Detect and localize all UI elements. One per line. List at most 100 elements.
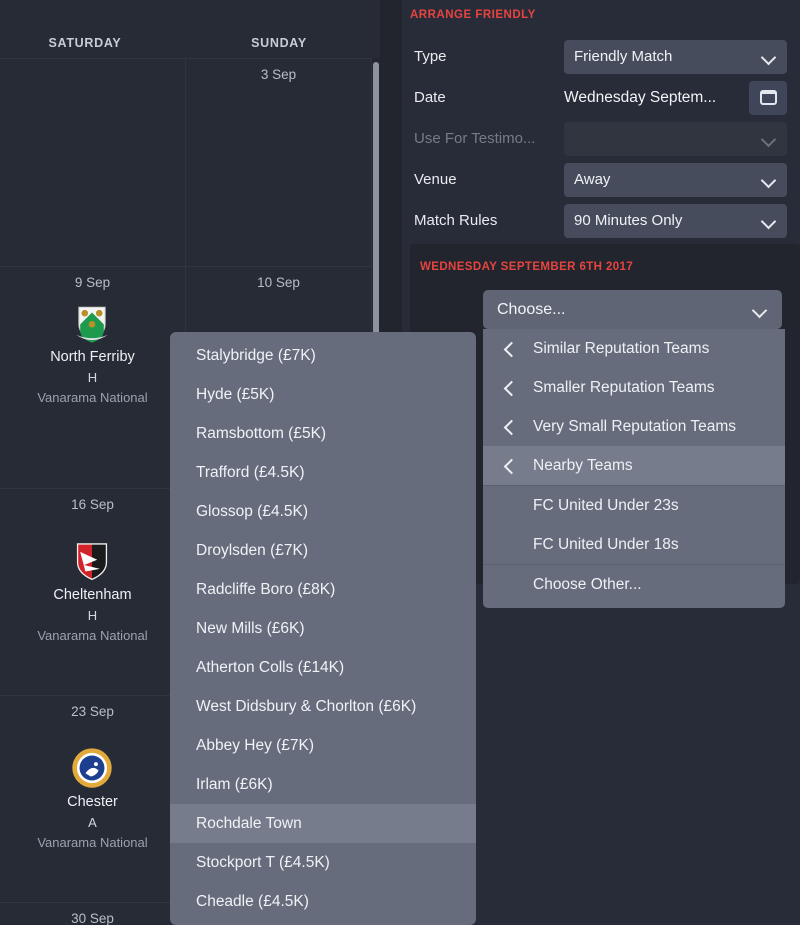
chevron-left-icon bbox=[503, 382, 517, 394]
date-picker-button[interactable] bbox=[749, 80, 787, 115]
calendar-date-label: 16 Sep bbox=[71, 497, 114, 512]
venue-control: Away bbox=[564, 162, 800, 197]
cheltenham-badge bbox=[77, 543, 108, 581]
arrange-friendly-form: Type Friendly Match Date Wednesday Septe… bbox=[402, 36, 800, 241]
opponent-select[interactable]: Choose... bbox=[483, 290, 782, 329]
opponent-dropdown-menu: Similar Reputation Teams Smaller Reputat… bbox=[483, 329, 785, 608]
chevron-down-icon bbox=[762, 175, 777, 184]
menu-item-label: FC United Under 18s bbox=[533, 535, 679, 553]
form-row-venue: Venue Away bbox=[402, 159, 800, 200]
venue-select-value: Away bbox=[574, 171, 611, 188]
list-item[interactable]: Ramsbottom (£5K) bbox=[170, 414, 476, 453]
calendar-date-label: 23 Sep bbox=[71, 704, 114, 719]
fixture-competition: Vanarama National bbox=[37, 628, 148, 643]
match-rules-label: Match Rules bbox=[414, 212, 498, 229]
venue-select[interactable]: Away bbox=[564, 162, 787, 197]
menu-item-nearby-teams[interactable]: Nearby Teams bbox=[483, 446, 785, 485]
menu-item-label: Choose Other... bbox=[533, 575, 642, 593]
list-item[interactable]: Cheadle (£4.5K) bbox=[170, 882, 476, 921]
list-item[interactable]: Irlam (£6K) bbox=[170, 765, 476, 804]
chevron-left-icon bbox=[503, 343, 517, 355]
match-rules-select[interactable]: 90 Minutes Only bbox=[564, 203, 787, 238]
date-label: Date bbox=[414, 89, 446, 106]
chevron-left-icon bbox=[503, 421, 517, 433]
app-root: SATURDAY SUNDAY 3 Sep 9 Sep North Ferrib… bbox=[0, 0, 800, 925]
calendar-fixture[interactable]: Cheltenham H Vanarama National bbox=[37, 540, 148, 643]
form-row-testimonial: Use For Testimo... bbox=[402, 118, 800, 159]
type-select[interactable]: Friendly Match bbox=[564, 39, 787, 74]
menu-item-label: Nearby Teams bbox=[533, 456, 633, 474]
calendar-day-cell[interactable]: 9 Sep North Ferriby H Vanarama National bbox=[0, 267, 186, 488]
menu-item-fc-united-under-18s[interactable]: FC United Under 18s bbox=[483, 525, 785, 564]
menu-item-very-small-reputation-teams[interactable]: Very Small Reputation Teams bbox=[483, 407, 785, 446]
list-item[interactable]: Droylsden (£7K) bbox=[170, 531, 476, 570]
menu-item-fc-united-under-23s[interactable]: FC United Under 23s bbox=[483, 486, 785, 525]
list-item[interactable]: Atherton Colls (£14K) bbox=[170, 648, 476, 687]
testimonial-label: Use For Testimo... bbox=[414, 130, 536, 147]
menu-item-smaller-reputation-teams[interactable]: Smaller Reputation Teams bbox=[483, 368, 785, 407]
chevron-down-icon bbox=[762, 134, 777, 143]
calendar-column-header-sunday: SUNDAY bbox=[251, 36, 307, 50]
calendar-day-cell[interactable]: 16 Sep Cheltenham H Vanarama National bbox=[0, 489, 186, 695]
north-ferriby-badge bbox=[76, 306, 109, 343]
list-item-selected[interactable]: Rochdale Town bbox=[170, 804, 476, 843]
fixture-team-name: North Ferriby bbox=[50, 349, 135, 365]
calendar-fixture[interactable]: North Ferriby H Vanarama National bbox=[37, 302, 148, 405]
calendar-date-label: 10 Sep bbox=[257, 275, 300, 290]
menu-item-label: Very Small Reputation Teams bbox=[533, 417, 737, 435]
fixture-competition: Vanarama National bbox=[37, 390, 148, 405]
date-value: Wednesday Septem... bbox=[564, 88, 717, 106]
list-item[interactable]: Radcliffe Boro (£8K) bbox=[170, 570, 476, 609]
match-rules-select-value: 90 Minutes Only bbox=[574, 212, 683, 229]
list-item[interactable]: West Didsbury & Chorlton (£6K) bbox=[170, 687, 476, 726]
list-item[interactable]: New Mills (£6K) bbox=[170, 609, 476, 648]
fixture-team-name: Chester bbox=[67, 794, 118, 810]
calendar-column-header-saturday: SATURDAY bbox=[48, 36, 122, 50]
fixture-venue: A bbox=[88, 815, 97, 830]
chevron-left-icon bbox=[503, 460, 517, 472]
fixture-day-title: Wednesday September 6th 2017 bbox=[420, 261, 634, 273]
chevron-down-icon bbox=[762, 52, 777, 61]
menu-item-label: Smaller Reputation Teams bbox=[533, 378, 715, 396]
calendar-day-cell[interactable] bbox=[0, 59, 186, 266]
fixture-team-name: Cheltenham bbox=[53, 587, 132, 603]
testimonial-control bbox=[564, 121, 800, 156]
calendar-day-cell[interactable]: 30 Sep bbox=[0, 903, 186, 925]
list-item[interactable]: Trafford (£4.5K) bbox=[170, 453, 476, 492]
list-item[interactable]: Stalybridge (£7K) bbox=[170, 336, 476, 375]
chester-badge bbox=[72, 748, 113, 788]
chevron-down-icon bbox=[762, 216, 777, 225]
calendar-day-cell[interactable]: 23 Sep Chester A Vanarama National bbox=[0, 696, 186, 902]
menu-item-choose-other[interactable]: Choose Other... bbox=[483, 565, 785, 604]
date-control: Wednesday Septem... bbox=[564, 80, 800, 115]
list-item[interactable]: Abbey Hey (£7K) bbox=[170, 726, 476, 765]
venue-label: Venue bbox=[414, 171, 457, 188]
form-row-date: Date Wednesday Septem... bbox=[402, 77, 800, 118]
chevron-down-icon bbox=[753, 305, 768, 314]
fixture-competition: Vanarama National bbox=[37, 835, 148, 850]
match-rules-control: 90 Minutes Only bbox=[564, 203, 800, 238]
list-item[interactable]: Stockport T (£4.5K) bbox=[170, 843, 476, 882]
calendar-header-row: SATURDAY SUNDAY bbox=[0, 36, 380, 58]
type-label: Type bbox=[414, 48, 447, 65]
calendar-day-cell[interactable]: 3 Sep bbox=[186, 59, 372, 266]
calendar-week-row: 3 Sep bbox=[0, 58, 372, 266]
form-row-type: Type Friendly Match bbox=[402, 36, 800, 77]
menu-item-label: Similar Reputation Teams bbox=[533, 339, 710, 357]
list-item[interactable]: Glossop (£4.5K) bbox=[170, 492, 476, 531]
opponent-select-value: Choose... bbox=[497, 300, 566, 318]
fixture-venue: H bbox=[87, 370, 98, 385]
calendar-date-label: 9 Sep bbox=[74, 275, 111, 290]
calendar-date-label: 30 Sep bbox=[71, 911, 114, 925]
type-control: Friendly Match bbox=[564, 39, 800, 74]
form-row-match-rules: Match Rules 90 Minutes Only bbox=[402, 200, 800, 241]
testimonial-select[interactable] bbox=[564, 121, 787, 156]
list-item[interactable]: Hyde (£5K) bbox=[170, 375, 476, 414]
nearby-teams-list[interactable]: Stalybridge (£7K) Hyde (£5K) Ramsbottom … bbox=[170, 332, 476, 925]
calendar-fixture[interactable]: Chester A Vanarama National bbox=[37, 747, 148, 850]
menu-item-similar-reputation-teams[interactable]: Similar Reputation Teams bbox=[483, 329, 785, 368]
type-select-value: Friendly Match bbox=[574, 48, 673, 65]
calendar-date-label: 3 Sep bbox=[260, 67, 297, 82]
calendar-icon bbox=[759, 90, 777, 105]
fixture-venue: H bbox=[87, 608, 98, 623]
